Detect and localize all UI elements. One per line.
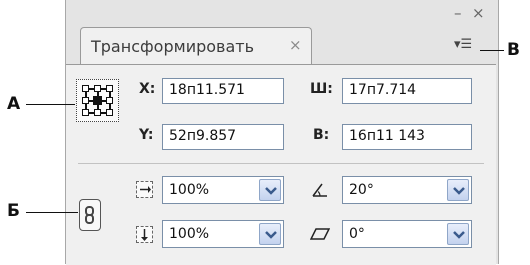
tab-close-icon[interactable]: ×: [289, 36, 302, 54]
reference-point-grid-icon[interactable]: [76, 79, 119, 122]
height-field[interactable]: 16п11 143: [342, 124, 472, 150]
shear-icon: [309, 227, 331, 241]
width-field[interactable]: 17п7.714: [342, 78, 472, 104]
y-field[interactable]: 52п9.857: [162, 124, 284, 150]
shear-select[interactable]: 0°: [342, 220, 472, 248]
chain-link-lower: [85, 214, 94, 224]
minimize-icon[interactable]: –: [454, 6, 462, 21]
ref-point[interactable]: [82, 97, 89, 104]
y-label: Y:: [139, 127, 154, 143]
ref-point[interactable]: [82, 85, 89, 92]
callout-b: Б: [7, 201, 20, 221]
section-divider: [78, 163, 484, 164]
chain-link-icon[interactable]: [79, 199, 101, 231]
height-label: В:: [313, 127, 330, 143]
rotate-value: 20°: [349, 182, 374, 198]
callout-v-line: [480, 50, 504, 51]
callout-v: В: [507, 40, 520, 60]
chevron-down-icon[interactable]: [447, 179, 469, 201]
scale-y-select[interactable]: 100%: [162, 220, 284, 248]
ref-point[interactable]: [82, 109, 89, 116]
ref-point-active[interactable]: [93, 96, 102, 105]
scale-y-value: 100%: [169, 226, 210, 242]
ref-point[interactable]: [94, 85, 101, 92]
x-field[interactable]: 18п11.571: [162, 78, 284, 104]
chevron-down-icon[interactable]: [259, 223, 281, 245]
ref-point[interactable]: [106, 97, 113, 104]
close-icon[interactable]: ×: [472, 6, 485, 21]
callout-a: А: [7, 94, 21, 114]
ref-point[interactable]: [94, 109, 101, 116]
x-label: X:: [139, 81, 156, 97]
chevron-down-icon[interactable]: [259, 179, 281, 201]
tab-transform[interactable]: Трансформировать ×: [80, 27, 312, 65]
callout-a-line: [26, 104, 75, 105]
tab-title: Трансформировать: [91, 37, 255, 56]
ref-point[interactable]: [106, 109, 113, 116]
rotate-angle-icon: [311, 182, 329, 198]
rotate-select[interactable]: 20°: [342, 176, 472, 204]
shear-value: 0°: [349, 226, 365, 242]
scale-x-value: 100%: [169, 182, 210, 198]
scale-x-select[interactable]: 100%: [162, 176, 284, 204]
width-label: Ш:: [310, 81, 333, 97]
scale-y-icon: [136, 226, 153, 243]
callout-b-line: [26, 212, 78, 213]
panel-menu-button[interactable]: ▾☰: [454, 37, 480, 57]
chevron-down-icon[interactable]: [447, 223, 469, 245]
ref-point[interactable]: [106, 85, 113, 92]
panel-menu-icon: ▾☰: [454, 37, 473, 52]
scale-x-icon: [136, 181, 153, 198]
